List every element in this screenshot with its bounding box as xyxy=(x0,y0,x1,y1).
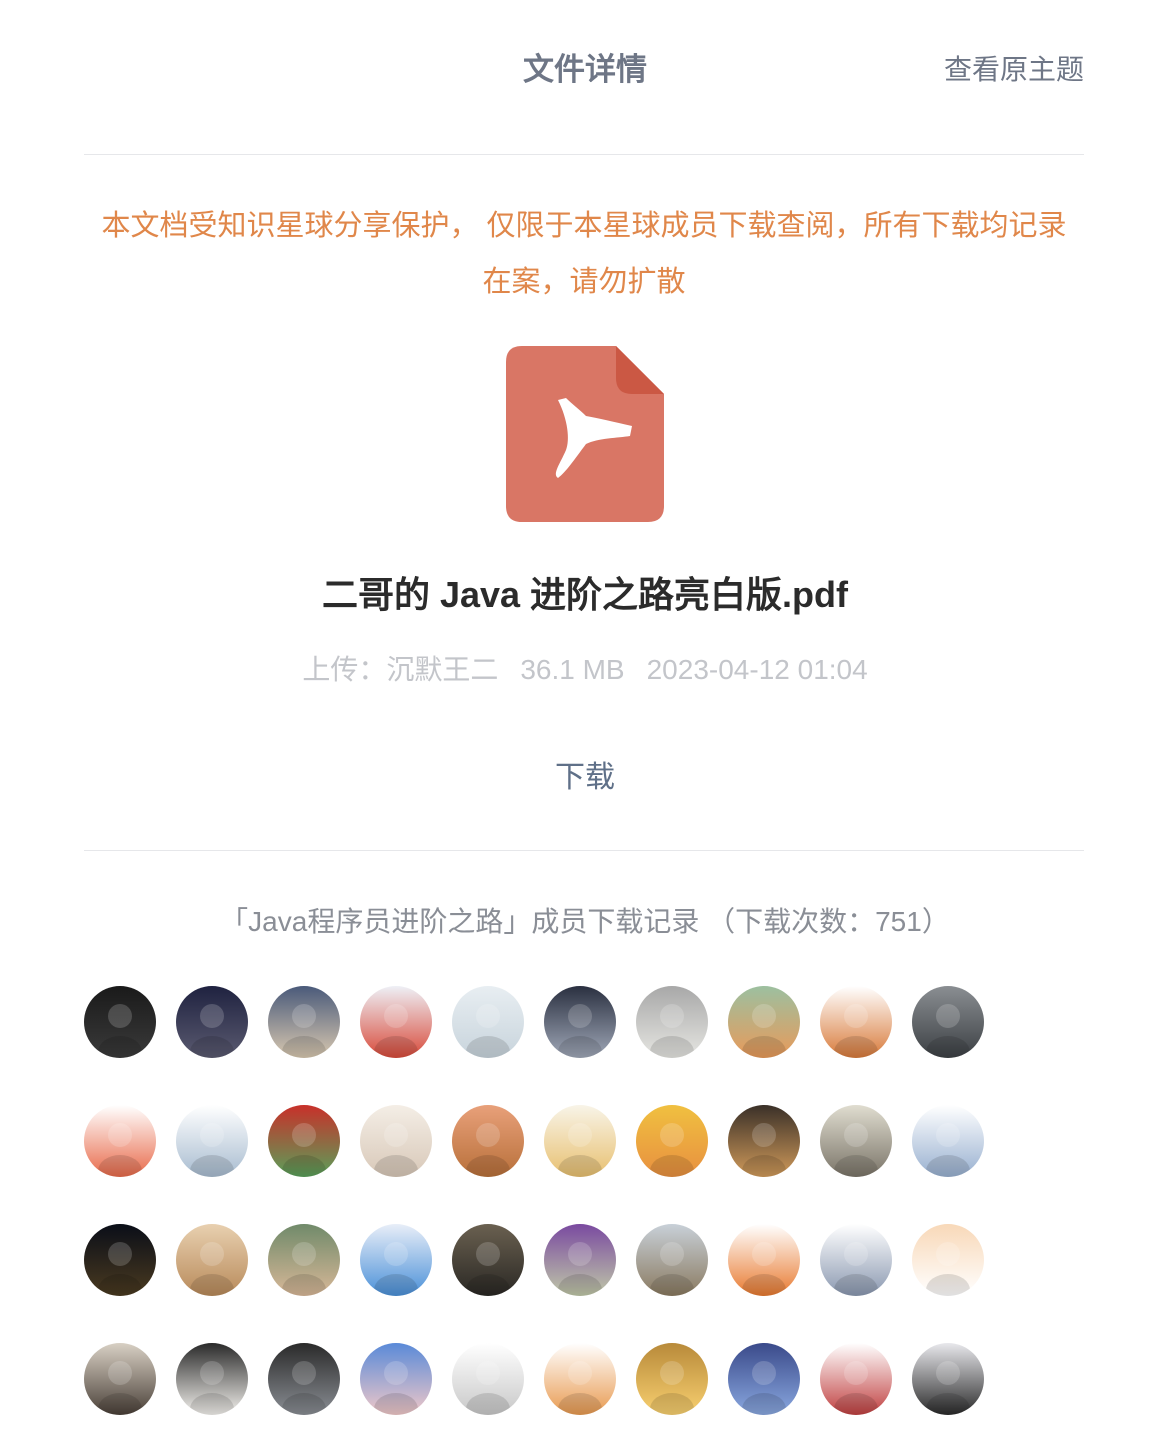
member-avatar[interactable] xyxy=(268,986,340,1058)
view-original-topic-link[interactable]: 查看原主题 xyxy=(944,48,1084,88)
member-avatar[interactable] xyxy=(452,1224,524,1296)
member-avatar[interactable] xyxy=(268,1343,340,1415)
member-avatar[interactable] xyxy=(452,1343,524,1415)
member-avatar[interactable] xyxy=(544,1343,616,1415)
member-avatar[interactable] xyxy=(820,1343,892,1415)
member-avatar[interactable] xyxy=(912,1343,984,1415)
member-avatar[interactable] xyxy=(268,1224,340,1296)
file-name: 二哥的 Java 进阶之路亮白版.pdf xyxy=(321,574,849,615)
member-avatar[interactable] xyxy=(360,1224,432,1296)
member-avatar[interactable] xyxy=(268,1105,340,1177)
member-avatar[interactable] xyxy=(728,986,800,1058)
file-meta: 上传：沉默王二 36.1 MB 2023-04-12 01:04 xyxy=(0,648,1170,688)
member-avatar[interactable] xyxy=(820,1105,892,1177)
download-button[interactable]: 下载 xyxy=(545,752,625,796)
member-avatar[interactable] xyxy=(84,986,156,1058)
protection-notice: 本文档受知识星球分享保护， 仅限于本星球成员下载查阅，所有下载均记录 在案，请勿… xyxy=(84,198,1084,310)
member-avatar[interactable] xyxy=(912,986,984,1058)
member-avatar[interactable] xyxy=(176,1343,248,1415)
member-avatar[interactable] xyxy=(636,1343,708,1415)
member-avatar[interactable] xyxy=(912,1105,984,1177)
member-avatar[interactable] xyxy=(176,1105,248,1177)
member-avatar[interactable] xyxy=(636,1224,708,1296)
member-avatar[interactable] xyxy=(84,1105,156,1177)
notice-line-1: 本文档受知识星球分享保护， 仅限于本星球成员下载查阅，所有下载均记录 xyxy=(101,210,1067,242)
notice-line-2: 在案，请勿扩散 xyxy=(482,266,686,298)
member-avatar[interactable] xyxy=(452,986,524,1058)
member-avatar[interactable] xyxy=(544,986,616,1058)
upload-time: 2023-04-12 01:04 xyxy=(646,654,868,685)
member-avatar[interactable] xyxy=(912,1224,984,1296)
uploader: 上传：沉默王二 xyxy=(302,654,499,685)
member-avatar[interactable] xyxy=(360,986,432,1058)
member-avatar[interactable] xyxy=(636,986,708,1058)
member-avatar[interactable] xyxy=(728,1224,800,1296)
header-divider xyxy=(84,154,1084,155)
member-avatar[interactable] xyxy=(452,1105,524,1177)
member-avatar[interactable] xyxy=(84,1343,156,1415)
member-avatar[interactable] xyxy=(820,1224,892,1296)
download-records-title: 「Java程序员进阶之路」成员下载记录 （下载次数：751） xyxy=(220,906,950,937)
file-size: 36.1 MB xyxy=(520,654,625,685)
member-avatar[interactable] xyxy=(728,1343,800,1415)
header-bar: 文件详情 查看原主题 xyxy=(0,0,1170,154)
member-avatar[interactable] xyxy=(820,986,892,1058)
member-avatar[interactable] xyxy=(176,986,248,1058)
member-avatar[interactable] xyxy=(636,1105,708,1177)
member-avatar[interactable] xyxy=(544,1224,616,1296)
member-avatar[interactable] xyxy=(84,1224,156,1296)
member-avatar[interactable] xyxy=(360,1105,432,1177)
member-avatar[interactable] xyxy=(544,1105,616,1177)
member-avatar[interactable] xyxy=(360,1343,432,1415)
member-avatar[interactable] xyxy=(728,1105,800,1177)
member-avatar[interactable] xyxy=(176,1224,248,1296)
section-divider xyxy=(84,850,1084,851)
pdf-file-icon xyxy=(506,346,664,522)
